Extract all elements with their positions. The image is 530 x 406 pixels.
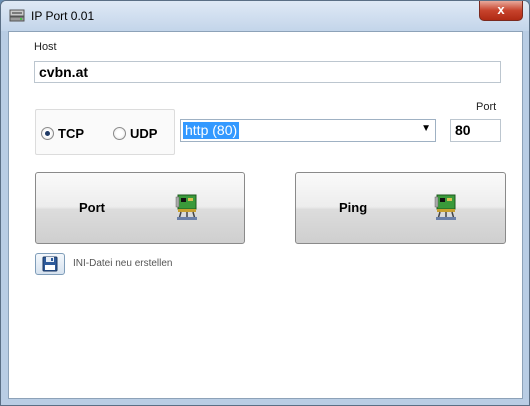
radio-udp[interactable]: UDP xyxy=(113,125,157,141)
title-bar[interactable]: IP Port 0.01 x xyxy=(1,1,529,31)
client-area: Host cvbn.at TCP UDP http (80) ▼ Port 80… xyxy=(8,31,523,399)
network-app-icon xyxy=(9,9,25,22)
port-button[interactable]: Port xyxy=(35,172,245,244)
host-input[interactable]: cvbn.at xyxy=(34,61,501,83)
protocol-group: TCP UDP xyxy=(35,109,175,155)
service-select[interactable]: http (80) ▼ xyxy=(180,119,436,142)
port-input[interactable]: 80 xyxy=(450,119,501,142)
radio-udp-label: UDP xyxy=(130,125,158,141)
ping-button-label: Ping xyxy=(339,200,368,215)
recreate-ini-label: INI-Datei neu erstellen xyxy=(73,258,173,269)
radio-tcp-label: TCP xyxy=(58,125,84,141)
host-input-value: cvbn.at xyxy=(39,64,89,80)
host-label: Host xyxy=(34,41,57,53)
radio-udp-indicator xyxy=(113,126,126,140)
port-label: Port xyxy=(476,101,497,113)
port-button-label: Port xyxy=(79,200,105,215)
ping-button[interactable]: Ping xyxy=(295,172,506,244)
app-window: IP Port 0.01 x Host cvbn.at TCP UDP http… xyxy=(0,0,530,406)
radio-tcp[interactable]: TCP xyxy=(41,125,84,141)
close-icon: x xyxy=(497,2,505,17)
save-icon xyxy=(42,256,58,272)
window-title: IP Port 0.01 xyxy=(31,9,95,23)
recreate-ini-button[interactable] xyxy=(35,253,65,275)
chevron-down-icon[interactable]: ▼ xyxy=(421,123,431,134)
port-input-value: 80 xyxy=(455,122,471,138)
network-card-icon xyxy=(175,194,197,220)
close-button[interactable]: x xyxy=(479,1,523,21)
radio-tcp-indicator xyxy=(41,126,54,140)
network-card-icon xyxy=(434,194,456,220)
service-select-value: http (80) xyxy=(183,122,240,139)
